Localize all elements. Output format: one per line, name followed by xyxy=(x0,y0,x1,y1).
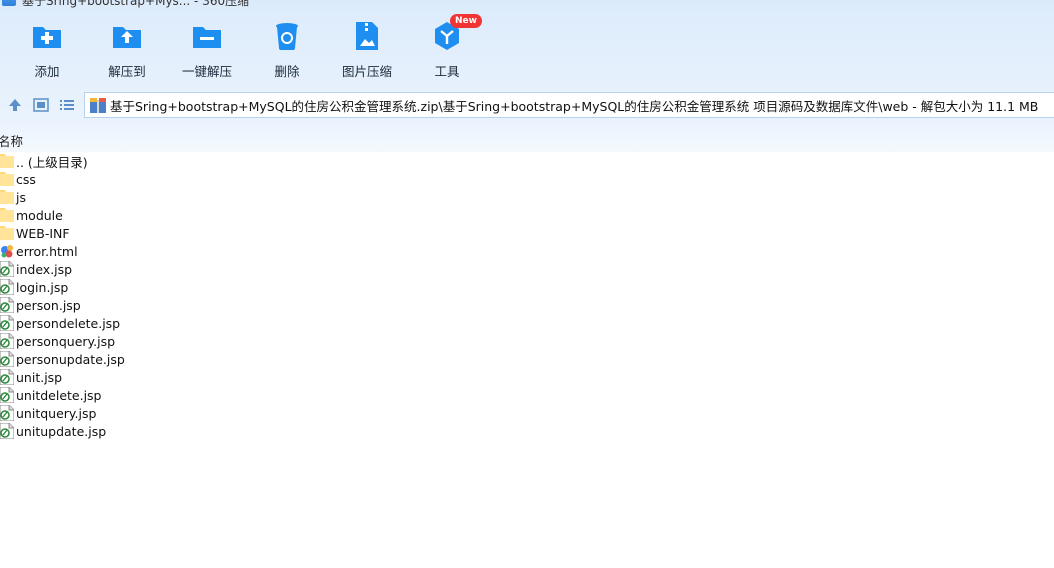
file-row[interactable]: unit.jsp xyxy=(0,368,1054,386)
tools-label: 工具 xyxy=(434,64,460,79)
file-name: persondelete.jsp xyxy=(16,315,121,331)
folder-icon xyxy=(0,171,14,187)
file-list: .. (上级目录) css js module WEB-INF error.html ind… xyxy=(0,152,1054,440)
file-row[interactable]: persondelete.jsp xyxy=(0,314,1054,332)
jsp-file-icon xyxy=(0,350,15,368)
up-arrow-icon[interactable] xyxy=(6,96,24,114)
folder-icon xyxy=(0,225,14,241)
zip-archive-icon xyxy=(89,96,107,114)
file-row[interactable]: person.jsp xyxy=(0,296,1054,314)
title-bar: 基于Sring+bootstrap+Mys... - 360压缩 xyxy=(0,0,250,8)
file-name: unitupdate.jsp xyxy=(16,423,107,439)
folder-row[interactable]: .. (上级目录) xyxy=(0,152,1054,170)
file-row[interactable]: unitdelete.jsp xyxy=(0,386,1054,404)
jsp-file-icon xyxy=(0,332,15,350)
one-click-extract-label: 一键解压 xyxy=(181,64,232,79)
file-row[interactable]: unitupdate.jsp xyxy=(0,422,1054,440)
recycle-bin-icon xyxy=(271,20,303,52)
file-name: js xyxy=(16,189,26,205)
address-row: 基于Sring+bootstrap+MySQL的住房公积金管理系统.zip\基于… xyxy=(0,92,1054,118)
jsp-file-icon xyxy=(0,260,15,278)
jsp-file-icon xyxy=(0,404,15,422)
add-icon xyxy=(31,20,63,52)
file-name: person.jsp xyxy=(16,297,81,313)
image-compress-icon xyxy=(351,20,383,52)
file-name: index.jsp xyxy=(16,261,73,277)
file-row[interactable]: login.jsp xyxy=(0,278,1054,296)
extract-to-label: 解压到 xyxy=(108,64,146,79)
file-name: WEB-INF xyxy=(16,225,70,241)
file-name: login.jsp xyxy=(16,279,69,295)
folder-row[interactable]: css xyxy=(0,170,1054,188)
file-row[interactable]: personupdate.jsp xyxy=(0,350,1054,368)
image-compress-label: 图片压缩 xyxy=(341,64,392,79)
jsp-file-icon xyxy=(0,296,15,314)
image-compress-button[interactable]: 图片压缩 xyxy=(327,20,407,79)
file-name: personquery.jsp xyxy=(16,333,116,349)
app-window: 基于Sring+bootstrap+Mys... - 360压缩 添加 解压到 … xyxy=(0,0,1054,568)
new-badge: New xyxy=(450,14,482,28)
folder-icon xyxy=(0,207,14,223)
folder-row[interactable]: WEB-INF xyxy=(0,224,1054,242)
name-column-header[interactable]: 名称 xyxy=(0,131,23,150)
folder-row[interactable]: js xyxy=(0,188,1054,206)
file-name: css xyxy=(16,171,36,187)
delete-label: 删除 xyxy=(274,64,300,79)
file-name: module xyxy=(16,207,63,223)
file-name: personupdate.jsp xyxy=(16,351,125,367)
folder-row[interactable]: module xyxy=(0,206,1054,224)
extract-to-icon xyxy=(111,20,143,52)
file-row[interactable]: error.html xyxy=(0,242,1054,260)
app-logo-icon xyxy=(2,0,16,6)
jsp-file-icon xyxy=(0,314,15,332)
jsp-file-icon xyxy=(0,278,15,296)
add-label: 添加 xyxy=(34,64,60,79)
file-name: unitquery.jsp xyxy=(16,405,97,421)
file-name: unit.jsp xyxy=(16,369,63,385)
file-name: unitdelete.jsp xyxy=(16,387,102,403)
top-panel: 基于Sring+bootstrap+Mys... - 360压缩 添加 解压到 … xyxy=(0,0,1054,152)
path-text: 基于Sring+bootstrap+MySQL的住房公积金管理系统.zip\基于… xyxy=(110,98,1039,114)
window-title: 基于Sring+bootstrap+Mys... - 360压缩 xyxy=(22,0,250,8)
file-name: error.html xyxy=(16,243,78,259)
delete-button[interactable]: 删除 xyxy=(247,20,327,79)
jsp-file-icon xyxy=(0,386,15,404)
path-bar[interactable]: 基于Sring+bootstrap+MySQL的住房公积金管理系统.zip\基于… xyxy=(84,92,1054,118)
folder-icon xyxy=(0,189,14,205)
file-row[interactable]: personquery.jsp xyxy=(0,332,1054,350)
add-button[interactable]: 添加 xyxy=(7,20,87,79)
column-header-row: 名称 xyxy=(0,130,1054,150)
extract-to-button[interactable]: 解压到 xyxy=(87,20,167,79)
folder-icon xyxy=(0,153,14,169)
one-click-extract-button[interactable]: 一键解压 xyxy=(167,20,247,79)
file-name: .. (上级目录) xyxy=(16,154,88,170)
tools-button[interactable]: 工具 xyxy=(407,20,487,79)
jsp-file-icon xyxy=(0,368,15,386)
html-file-icon xyxy=(0,243,14,259)
file-row[interactable]: unitquery.jsp xyxy=(0,404,1054,422)
thumbnail-view-icon[interactable] xyxy=(32,96,50,114)
file-row[interactable]: index.jsp xyxy=(0,260,1054,278)
list-view-icon[interactable] xyxy=(58,96,76,114)
jsp-file-icon xyxy=(0,422,15,440)
one-click-extract-icon xyxy=(191,20,223,52)
